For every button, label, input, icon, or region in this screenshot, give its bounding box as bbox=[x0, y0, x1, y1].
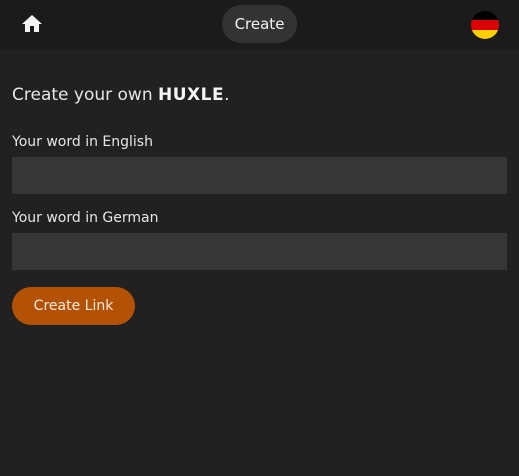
english-word-label: Your word in English bbox=[12, 134, 153, 150]
language-switch-button[interactable] bbox=[471, 11, 499, 39]
page-heading: Create your own HUXLE. bbox=[12, 85, 230, 105]
home-button[interactable] bbox=[20, 12, 44, 36]
create-tab[interactable]: Create bbox=[222, 5, 297, 43]
heading-suffix: . bbox=[224, 85, 230, 105]
german-word-input[interactable] bbox=[12, 233, 507, 270]
top-bar: Create bbox=[0, 0, 519, 50]
english-word-input[interactable] bbox=[12, 157, 507, 194]
germany-flag-icon bbox=[471, 11, 499, 39]
flag-stripe-black bbox=[471, 11, 499, 21]
create-link-button[interactable]: Create Link bbox=[12, 287, 135, 325]
german-word-label: Your word in German bbox=[12, 210, 159, 226]
heading-prefix: Create your own bbox=[12, 85, 159, 105]
flag-stripe-gold bbox=[471, 29, 499, 39]
brand-name: HUXLE bbox=[158, 85, 225, 105]
home-icon bbox=[22, 15, 42, 32]
flag-stripe-red bbox=[471, 20, 499, 30]
